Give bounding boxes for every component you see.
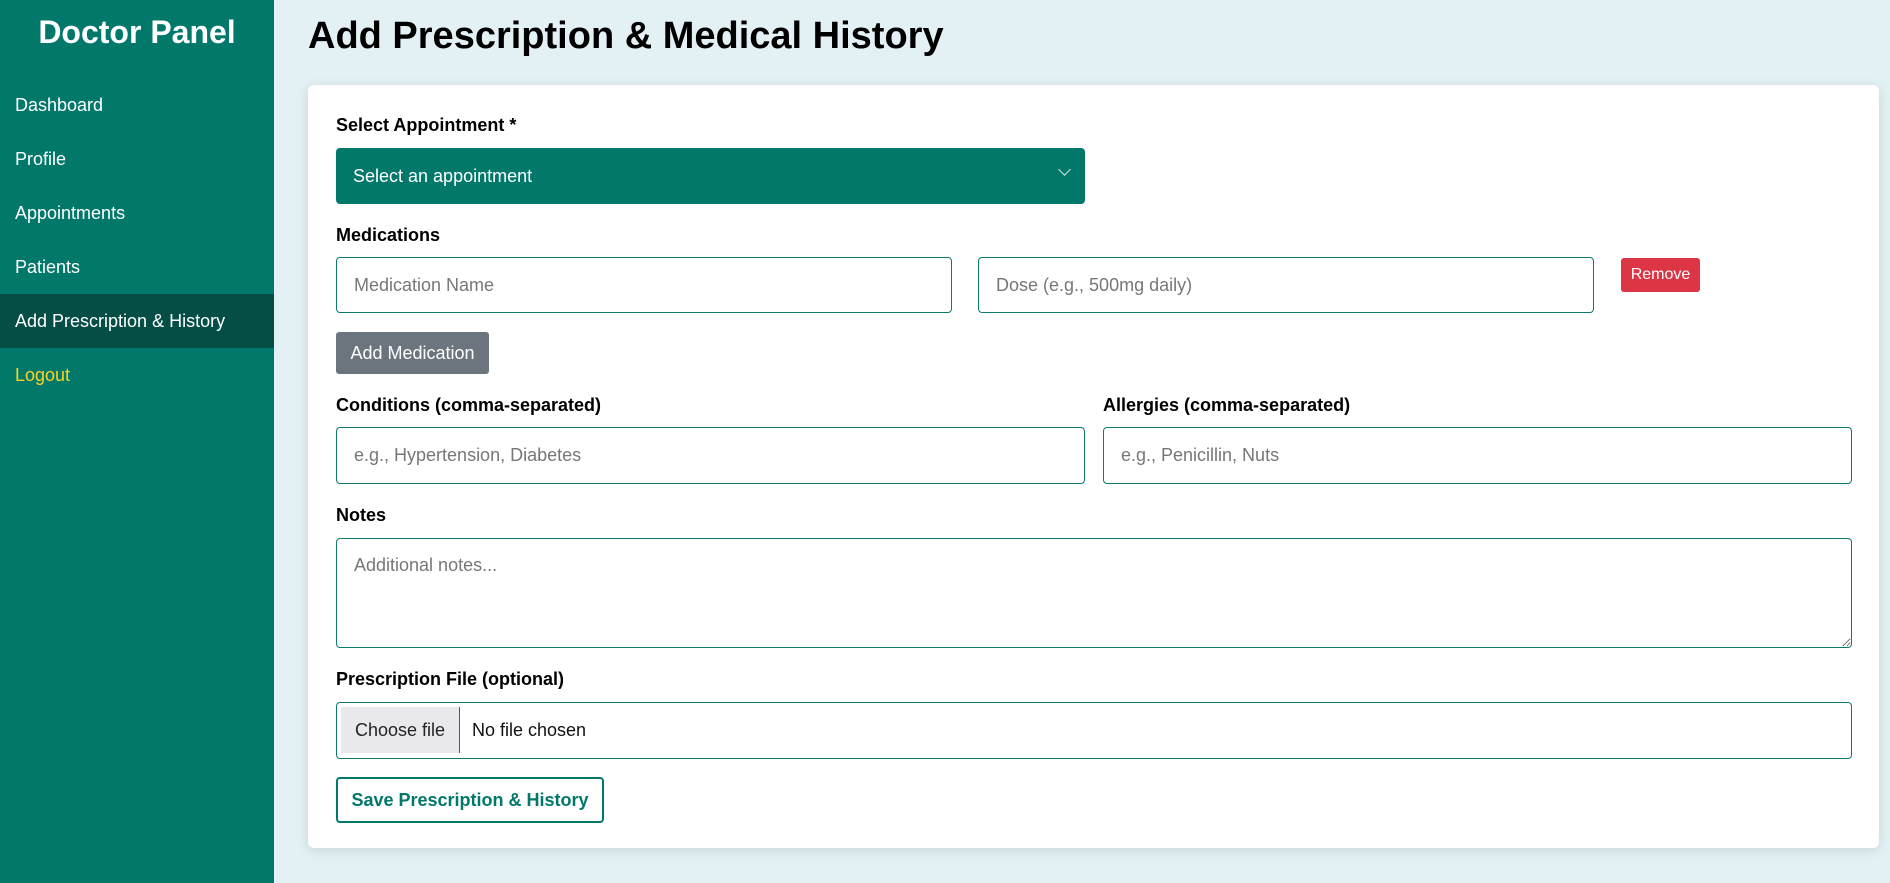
conditions-input[interactable]: [336, 427, 1085, 484]
appointment-select-value: Select an appointment: [353, 166, 533, 186]
page-title: Add Prescription & Medical History: [308, 15, 944, 57]
medication-name-input[interactable]: [336, 257, 952, 313]
save-prescription-button[interactable]: Save Prescription & History: [336, 777, 604, 823]
prescription-form: Select Appointment * Select an appointme…: [308, 85, 1879, 848]
sidebar-nav: Dashboard Profile Appointments Patients …: [0, 78, 274, 402]
file-label: Prescription File (optional): [336, 669, 565, 689]
appointment-label: Select Appointment *: [336, 115, 517, 135]
file-input[interactable]: Choose file No file chosen: [336, 702, 1852, 759]
appointment-select[interactable]: Select an appointment: [336, 148, 1085, 204]
sidebar: Doctor Panel Dashboard Profile Appointme…: [0, 0, 274, 883]
remove-medication-button[interactable]: Remove: [1621, 258, 1700, 292]
notes-textarea[interactable]: [336, 538, 1852, 648]
conditions-label: Conditions (comma-separated): [336, 395, 602, 415]
sidebar-item-logout[interactable]: Logout: [0, 348, 274, 402]
sidebar-item-patients[interactable]: Patients: [0, 240, 274, 294]
allergies-input[interactable]: [1103, 427, 1852, 484]
allergies-label: Allergies (comma-separated): [1103, 395, 1351, 415]
choose-file-button[interactable]: Choose file: [341, 707, 460, 753]
sidebar-item-appointments[interactable]: Appointments: [0, 186, 274, 240]
notes-label: Notes: [336, 505, 387, 525]
sidebar-item-add-prescription[interactable]: Add Prescription & History: [0, 294, 274, 348]
main-content: Add Prescription & Medical History Selec…: [308, 0, 1880, 848]
sidebar-item-profile[interactable]: Profile: [0, 132, 274, 186]
sidebar-brand: Doctor Panel: [38, 14, 236, 50]
medications-label: Medications: [336, 225, 441, 245]
add-medication-button[interactable]: Add Medication: [336, 332, 489, 374]
file-status: No file chosen: [472, 720, 587, 740]
medication-dose-input[interactable]: [978, 257, 1594, 313]
chevron-down-icon: [1058, 163, 1071, 176]
sidebar-item-dashboard[interactable]: Dashboard: [0, 78, 274, 132]
